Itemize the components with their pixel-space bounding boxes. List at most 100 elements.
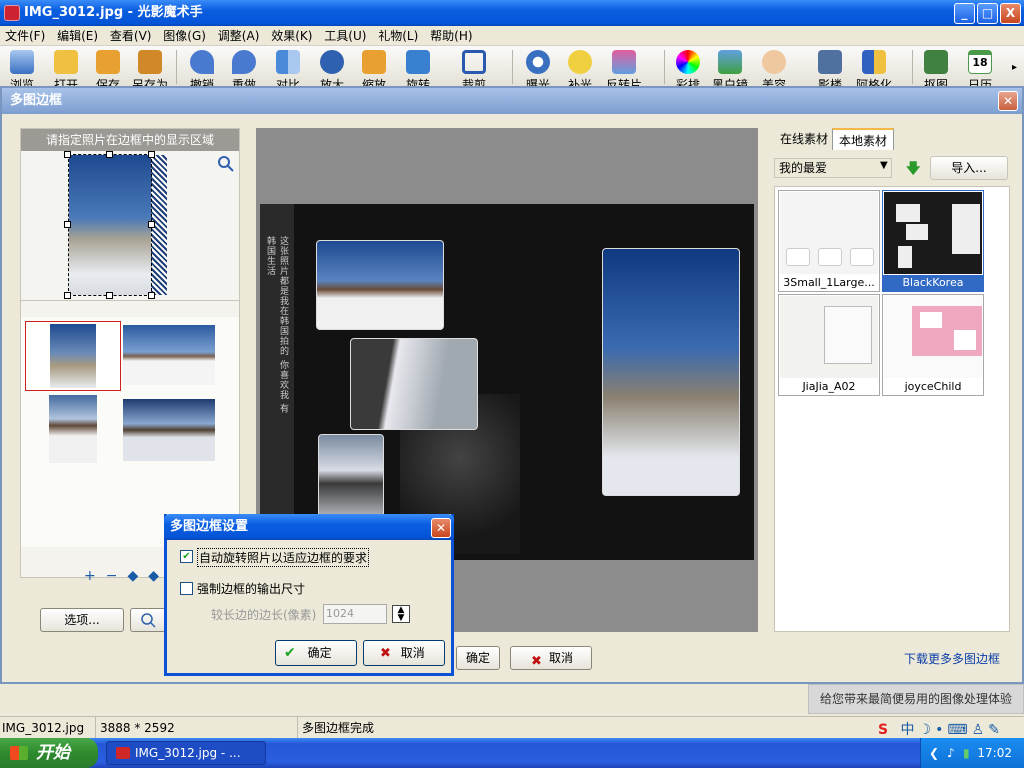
add-icon[interactable]: + bbox=[84, 568, 106, 584]
studio-button[interactable]: 影楼 bbox=[810, 48, 850, 86]
photo-thumbnail[interactable] bbox=[123, 325, 215, 385]
crop-handle[interactable] bbox=[64, 151, 71, 158]
tab-local[interactable]: 本地素材 bbox=[832, 128, 895, 150]
wrench-icon[interactable]: ✎ bbox=[988, 722, 1004, 738]
maximize-button[interactable]: □ bbox=[977, 3, 998, 24]
import-label: 导入... bbox=[951, 161, 987, 175]
menu-adjust[interactable]: 调整(A) bbox=[215, 26, 263, 46]
toolbar-divider bbox=[664, 50, 665, 84]
menu-tools[interactable]: 工具(U) bbox=[321, 26, 369, 46]
frame-photo-slot[interactable] bbox=[318, 434, 384, 524]
menu-image[interactable]: 图像(G) bbox=[160, 26, 209, 46]
download-arrow-icon[interactable]: 🡇 bbox=[906, 158, 924, 177]
frame-template-item[interactable]: joyceChild bbox=[882, 294, 984, 396]
area-hint: 请指定照片在边框中的显示区域 bbox=[21, 129, 239, 151]
photo-thumbnail[interactable] bbox=[49, 395, 97, 463]
favorites-select[interactable]: 我的最爱 bbox=[774, 158, 892, 178]
tab-online[interactable]: 在线素材 bbox=[774, 128, 834, 150]
taskbar-app-item[interactable]: IMG_3012.jpg - ... bbox=[106, 741, 266, 765]
save-as-button[interactable]: 另存为 bbox=[130, 48, 170, 86]
move-left-icon[interactable]: ◆ bbox=[127, 568, 148, 584]
user-icon[interactable]: ♙ bbox=[972, 722, 989, 738]
sogou-icon[interactable]: S bbox=[878, 722, 892, 738]
save-button[interactable]: 保存 bbox=[88, 48, 128, 86]
photo-thumbnail[interactable] bbox=[123, 399, 215, 461]
speaker-icon[interactable]: ♪ bbox=[947, 738, 955, 768]
dialog-ok-button[interactable]: 确定 bbox=[456, 646, 500, 670]
photo-thumbnail[interactable] bbox=[25, 321, 121, 391]
options-button[interactable]: 选项... bbox=[40, 608, 124, 632]
menu-file[interactable]: 文件(F) bbox=[2, 26, 48, 46]
crop-button[interactable]: 裁剪 bbox=[454, 48, 494, 86]
calendar-button[interactable]: 18 日历 bbox=[960, 48, 1000, 86]
crop-handle[interactable] bbox=[148, 221, 155, 228]
tray-arrow-icon[interactable]: ❮ bbox=[929, 738, 939, 768]
crop-handle[interactable] bbox=[148, 151, 155, 158]
keyboard-icon[interactable]: ⌨ bbox=[947, 722, 971, 738]
frame-template-item[interactable]: JiaJia_A02 bbox=[778, 294, 880, 396]
settings-ok-button[interactable]: ✔ 确定 bbox=[275, 640, 357, 666]
crop-handle[interactable] bbox=[106, 151, 113, 158]
frame-photo-slot-large[interactable] bbox=[602, 248, 740, 496]
force-size-checkbox[interactable] bbox=[180, 582, 193, 595]
dialog-cancel-button[interactable]: ✖ 取消 bbox=[510, 646, 592, 670]
open-button[interactable]: 打开 bbox=[46, 48, 86, 86]
frame-settings-dialog: 多图边框设置 ✕ ✔ 自动旋转照片以适应边框的要求 强制边框的输出尺寸 较长边的… bbox=[164, 514, 454, 676]
cutout-button[interactable]: 抠图 bbox=[916, 48, 956, 86]
magnifier-icon[interactable] bbox=[217, 155, 235, 173]
crop-region[interactable] bbox=[21, 151, 239, 301]
signal-icon[interactable]: ▮ bbox=[963, 738, 970, 768]
ime-toolbar[interactable]: S 中☽•⌨♙✎ bbox=[878, 719, 1018, 738]
moon-icon[interactable]: ☽ bbox=[919, 722, 936, 738]
import-button[interactable]: 导入... bbox=[930, 156, 1008, 180]
frame-photo-slot[interactable] bbox=[316, 240, 444, 330]
long-side-spinner[interactable]: ▲ ▼ bbox=[392, 605, 410, 623]
settings-close-button[interactable]: ✕ bbox=[431, 518, 451, 538]
exposure-button[interactable]: 曝光 bbox=[518, 48, 558, 86]
settings-cancel-button[interactable]: ✖ 取消 bbox=[363, 640, 445, 666]
auto-rotate-checkbox[interactable]: ✔ bbox=[180, 550, 193, 563]
rotate-button[interactable]: 旋转 bbox=[398, 48, 438, 86]
status-message: 多图边框完成 bbox=[302, 721, 375, 735]
bw-button[interactable]: 黑白镜 bbox=[710, 48, 750, 86]
menu-edit[interactable]: 编辑(E) bbox=[54, 26, 101, 46]
dialog-close-button[interactable]: ✕ bbox=[998, 91, 1018, 111]
crop-handle[interactable] bbox=[106, 292, 113, 299]
frame-template-item[interactable]: BlackKorea bbox=[882, 190, 984, 292]
lomo-button[interactable]: 阿格化 bbox=[854, 48, 894, 86]
frame-template-item[interactable]: 3Small_1Large... bbox=[778, 190, 880, 292]
crop-handle[interactable] bbox=[148, 292, 155, 299]
color-button[interactable]: 彩排 bbox=[668, 48, 708, 86]
download-more-link[interactable]: 下载更多多图边框 bbox=[904, 650, 1000, 667]
ime-mode-icon[interactable]: 中 bbox=[901, 722, 919, 738]
remove-icon[interactable]: − bbox=[106, 568, 128, 584]
crop-handle[interactable] bbox=[64, 221, 71, 228]
toolbar-more-icon[interactable]: ▸ bbox=[1012, 62, 1017, 73]
status-filename: IMG_3012.jpg bbox=[0, 717, 96, 739]
compare-button[interactable]: 对比 bbox=[268, 48, 308, 86]
frame-photo-slot[interactable] bbox=[350, 338, 478, 430]
undo-button[interactable]: 撤销 bbox=[182, 48, 222, 86]
force-size-label[interactable]: 强制边框的输出尺寸 bbox=[197, 580, 305, 597]
check-icon: ✔ bbox=[284, 645, 296, 661]
close-app-button[interactable]: X bbox=[1000, 3, 1021, 24]
menu-help[interactable]: 帮助(H) bbox=[427, 26, 475, 46]
chevron-down-icon[interactable]: ▼ bbox=[880, 160, 888, 171]
browse-button[interactable]: 浏览 bbox=[2, 48, 42, 86]
resize-button[interactable]: 缩放 bbox=[354, 48, 394, 86]
crop-handle[interactable] bbox=[64, 292, 71, 299]
dot-icon[interactable]: • bbox=[935, 722, 947, 738]
zoom-in-button[interactable]: 放大 bbox=[312, 48, 352, 86]
long-side-input[interactable]: 1024 bbox=[323, 604, 387, 624]
fill-light-button[interactable]: 补光 bbox=[560, 48, 600, 86]
app-title: IMG_3012.jpg - 光影魔术手 bbox=[24, 5, 203, 20]
minimize-button[interactable]: _ bbox=[954, 3, 975, 24]
beauty-button[interactable]: 美容 bbox=[754, 48, 794, 86]
auto-rotate-label[interactable]: 自动旋转照片以适应边框的要求 bbox=[197, 548, 370, 567]
menu-effects[interactable]: 效果(K) bbox=[268, 26, 315, 46]
menu-gifts[interactable]: 礼物(L) bbox=[375, 26, 421, 46]
redo-button[interactable]: 重做 bbox=[224, 48, 264, 86]
menu-view[interactable]: 查看(V) bbox=[107, 26, 155, 46]
reversal-film-button[interactable]: 反转片 bbox=[604, 48, 644, 86]
crop-selection-frame[interactable] bbox=[68, 154, 152, 296]
